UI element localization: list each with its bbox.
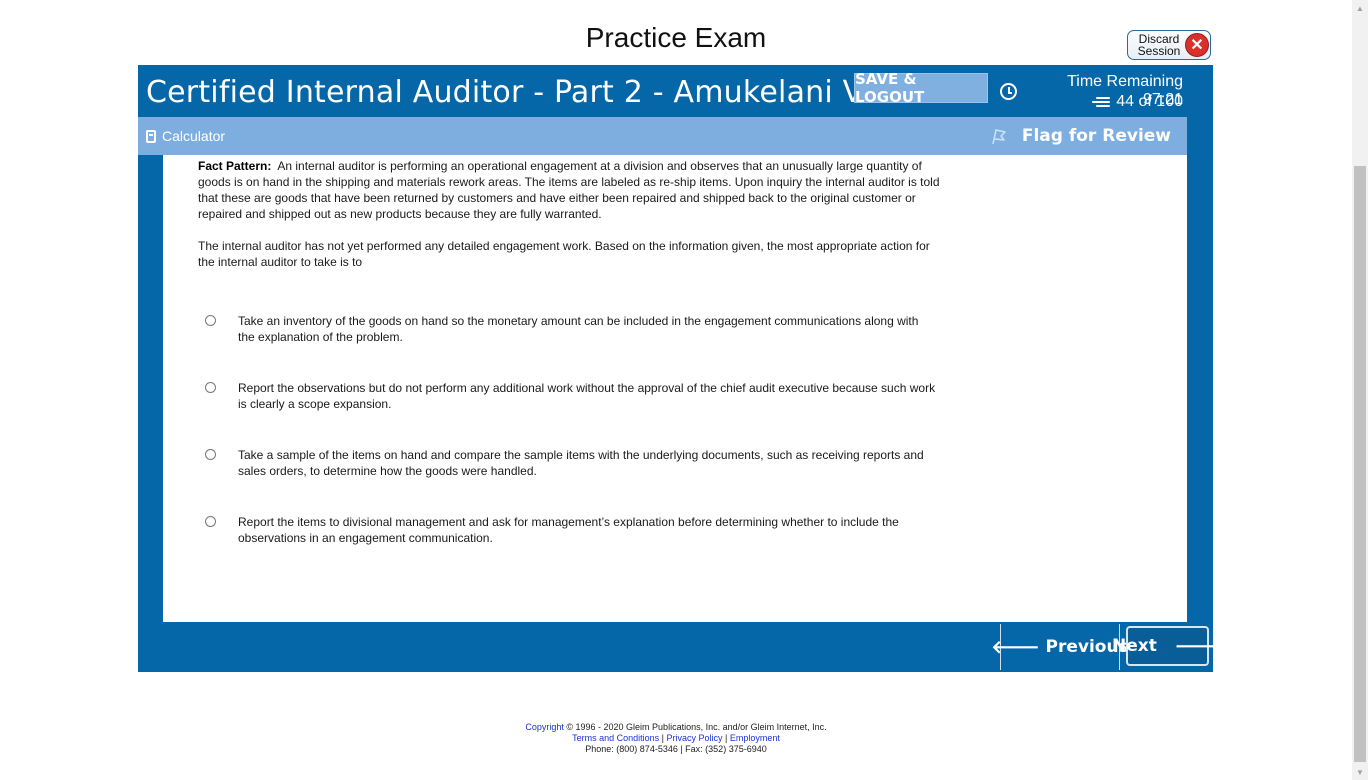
site-footer: Copyright © 1996 - 2020 Gleim Publicatio… [0,722,1352,755]
answer-radio[interactable] [205,516,216,527]
calculator-button[interactable]: Calculator [146,128,225,144]
question-stack-icon [1092,96,1111,108]
question-counter-text: 44 of 100 [1116,93,1183,110]
exam-header: Certified Internal Auditor - Part 2 - Am… [138,65,1213,117]
scroll-up-icon[interactable]: ▲ [1352,0,1368,16]
answer-radio[interactable] [205,382,216,393]
separator: | [722,733,730,743]
arrow-left-icon: 🡐 [991,636,1040,658]
footer-links: Terms and Conditions | Privacy Policy | … [0,733,1352,744]
answer-option-a[interactable]: Take an inventory of the goods on hand s… [205,313,945,345]
terms-link[interactable]: Terms and Conditions [572,733,659,743]
scroll-down-icon[interactable]: ▼ [1352,764,1368,780]
navigation-bar: 🡐 Previous Next 🡒 [138,622,1223,672]
fact-pattern-label: Fact Pattern: [198,159,272,173]
previous-button[interactable]: 🡐 Previous [991,624,1129,670]
scrollbar-thumb[interactable] [1354,166,1366,762]
answer-radio[interactable] [205,315,216,326]
answer-option-c[interactable]: Take a sample of the items on hand and c… [205,447,945,479]
copyright-link[interactable]: Copyright [525,722,564,732]
separator: | [659,733,667,743]
calculator-label: Calculator [162,128,226,144]
question-area: Fact Pattern: An internal auditor is per… [163,155,1187,622]
discard-session-button[interactable]: Discard Session ✕ [1127,30,1211,60]
fact-pattern: Fact Pattern: An internal auditor is per… [198,158,943,222]
phone-line: Phone: (800) 874-5346 | Fax: (352) 375-6… [585,744,767,754]
flag-icon [992,129,1006,145]
exam-toolbar: Calculator Flag for Review [138,117,1187,155]
copyright-line: Copyright © 1996 - 2020 Gleim Publicatio… [0,722,1352,733]
privacy-link[interactable]: Privacy Policy [667,733,723,743]
exam-title: Certified Internal Auditor - Part 2 - Am… [146,75,943,110]
answer-text: Report the observations but do not perfo… [238,381,936,411]
answer-option-d[interactable]: Report the items to divisional managemen… [205,514,945,546]
discard-session-label: Discard Session [1137,32,1181,58]
exam-panel: Certified Internal Auditor - Part 2 - Am… [138,65,1223,672]
calculator-icon [146,129,156,143]
save-logout-button[interactable]: SAVE & LOGOUT [854,70,988,106]
next-label: Next [1112,636,1157,656]
answer-text: Take an inventory of the goods on hand s… [238,314,919,344]
answer-radio[interactable] [205,449,216,460]
question-stem: The internal auditor has not yet perform… [198,239,930,269]
arrow-right-icon: 🡒 [1174,635,1223,657]
flag-for-review-label: Flag for Review [1021,126,1171,146]
flag-for-review-button[interactable]: Flag for Review [990,126,1171,146]
fact-pattern-text: An internal auditor is performing an ope… [198,159,940,221]
copyright-text: © 1996 - 2020 Gleim Publications, Inc. a… [563,722,827,732]
answer-text: Report the items to divisional managemen… [238,515,899,545]
page-scrollbar[interactable]: ▲ ▼ [1352,0,1368,780]
answer-text: Take a sample of the items on hand and c… [238,448,924,478]
question-counter: 44 of 100 [1000,93,1183,111]
next-button[interactable]: Next 🡒 [1112,626,1223,666]
close-icon: ✕ [1185,33,1209,57]
employment-link[interactable]: Employment [730,733,780,743]
answer-option-b[interactable]: Report the observations but do not perfo… [205,380,945,412]
